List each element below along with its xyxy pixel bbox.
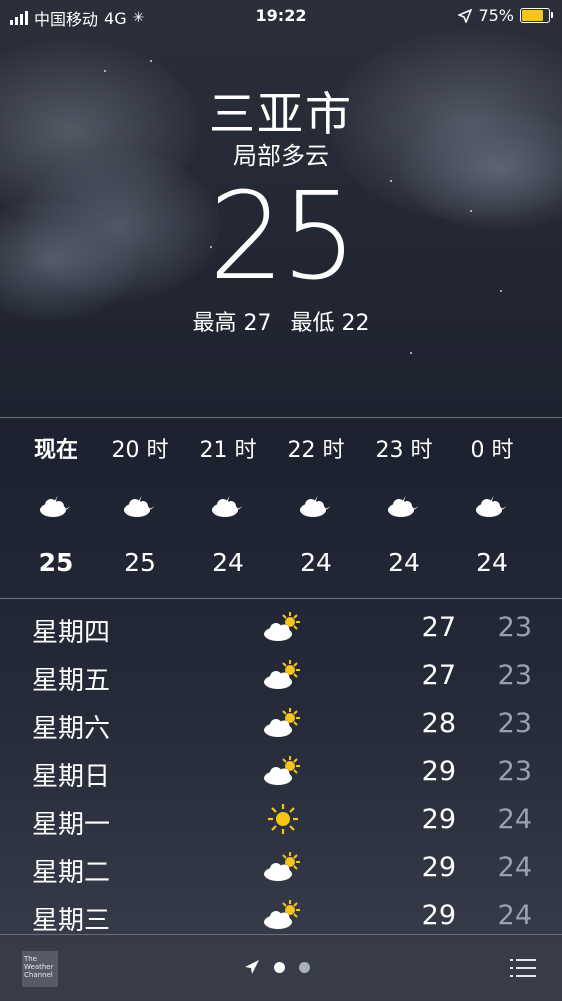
city-list-icon[interactable] <box>510 957 536 979</box>
page-dot[interactable] <box>299 961 310 973</box>
day-high: 29 <box>421 852 456 883</box>
current-location-icon[interactable] <box>244 959 260 975</box>
hour-temperature: 24 <box>388 548 420 577</box>
hour-temperature: 24 <box>212 548 244 577</box>
battery-percent: 75% <box>478 6 514 25</box>
day-low: 23 <box>497 756 532 787</box>
partly-cloudy-night-icon <box>212 496 242 517</box>
divider <box>0 598 562 599</box>
day-low: 23 <box>497 612 532 643</box>
daily-row: 星期一 29 24 <box>0 796 562 844</box>
hour-temperature: 25 <box>38 548 74 577</box>
low-temperature: 最低 22 <box>290 311 370 336</box>
partly-sunny-icon <box>264 612 300 641</box>
high-temperature: 最高 27 <box>192 311 272 336</box>
partly-sunny-icon <box>264 660 300 689</box>
day-high: 28 <box>421 708 456 739</box>
partly-sunny-icon <box>264 852 300 881</box>
day-high: 27 <box>421 612 456 643</box>
hour-temperature: 25 <box>124 548 156 577</box>
partly-cloudy-night-icon <box>388 496 418 517</box>
day-name: 星期二 <box>32 858 111 888</box>
hour-temperature: 24 <box>476 548 508 577</box>
partly-cloudy-night-icon <box>476 496 506 517</box>
bottom-toolbar: The Weather Channel <box>0 934 562 1001</box>
weather-condition: 局部多云 <box>233 142 329 170</box>
day-name: 星期五 <box>32 666 111 696</box>
page-indicator[interactable] <box>244 959 310 975</box>
hour-label: 20 时 <box>111 438 169 463</box>
day-name: 星期六 <box>32 714 111 744</box>
day-name: 星期日 <box>32 762 111 792</box>
high-low: 最高 27 最低 22 <box>0 305 562 337</box>
hourly-forecast[interactable]: 现在 25 20 时 25 21 时 24 22 时 24 23 时 24 0 … <box>0 418 562 598</box>
partly-cloudy-night-icon <box>40 496 70 517</box>
partly-sunny-icon <box>264 756 300 785</box>
partly-sunny-icon <box>264 708 300 737</box>
sunny-icon <box>268 804 298 834</box>
page-dot[interactable] <box>274 961 285 973</box>
partly-sunny-icon <box>264 900 300 929</box>
hour-label: 0 时 <box>470 438 514 463</box>
day-low: 24 <box>497 804 532 835</box>
hour-label: 现在 <box>33 438 78 463</box>
daily-row: 星期六 28 23 <box>0 700 562 748</box>
hour-label: 21 时 <box>199 438 257 463</box>
status-bar-right: 75% <box>458 6 553 25</box>
location-arrow-icon <box>458 8 473 23</box>
hour-label: 23 时 <box>375 438 433 463</box>
day-low: 23 <box>497 660 532 691</box>
partly-cloudy-night-icon <box>124 496 154 517</box>
day-name: 星期一 <box>32 810 111 840</box>
day-low: 24 <box>497 852 532 883</box>
day-high: 29 <box>421 900 456 931</box>
city-name: 三亚市 <box>209 87 353 141</box>
day-high: 29 <box>421 804 456 835</box>
daily-row: 星期三 29 24 <box>0 892 562 940</box>
day-high: 29 <box>421 756 456 787</box>
hour-temperature: 24 <box>300 548 332 577</box>
hour-label: 22 时 <box>287 438 345 463</box>
day-name: 星期四 <box>32 618 111 648</box>
daily-row: 星期日 29 23 <box>0 748 562 796</box>
day-low: 23 <box>497 708 532 739</box>
weather-channel-logo[interactable]: The Weather Channel <box>22 951 58 987</box>
current-temperature: 25 <box>208 168 358 307</box>
day-low: 24 <box>497 900 532 931</box>
partly-cloudy-night-icon <box>300 496 330 517</box>
daily-row: 星期五 27 23 <box>0 652 562 700</box>
status-bar: 中国移动 4G ✳ 19:22 75% <box>0 0 562 32</box>
daily-row: 星期四 27 23 <box>0 604 562 652</box>
daily-row: 星期二 29 24 <box>0 844 562 892</box>
battery-icon <box>520 8 553 23</box>
day-high: 27 <box>421 660 456 691</box>
day-name: 星期三 <box>32 906 111 936</box>
